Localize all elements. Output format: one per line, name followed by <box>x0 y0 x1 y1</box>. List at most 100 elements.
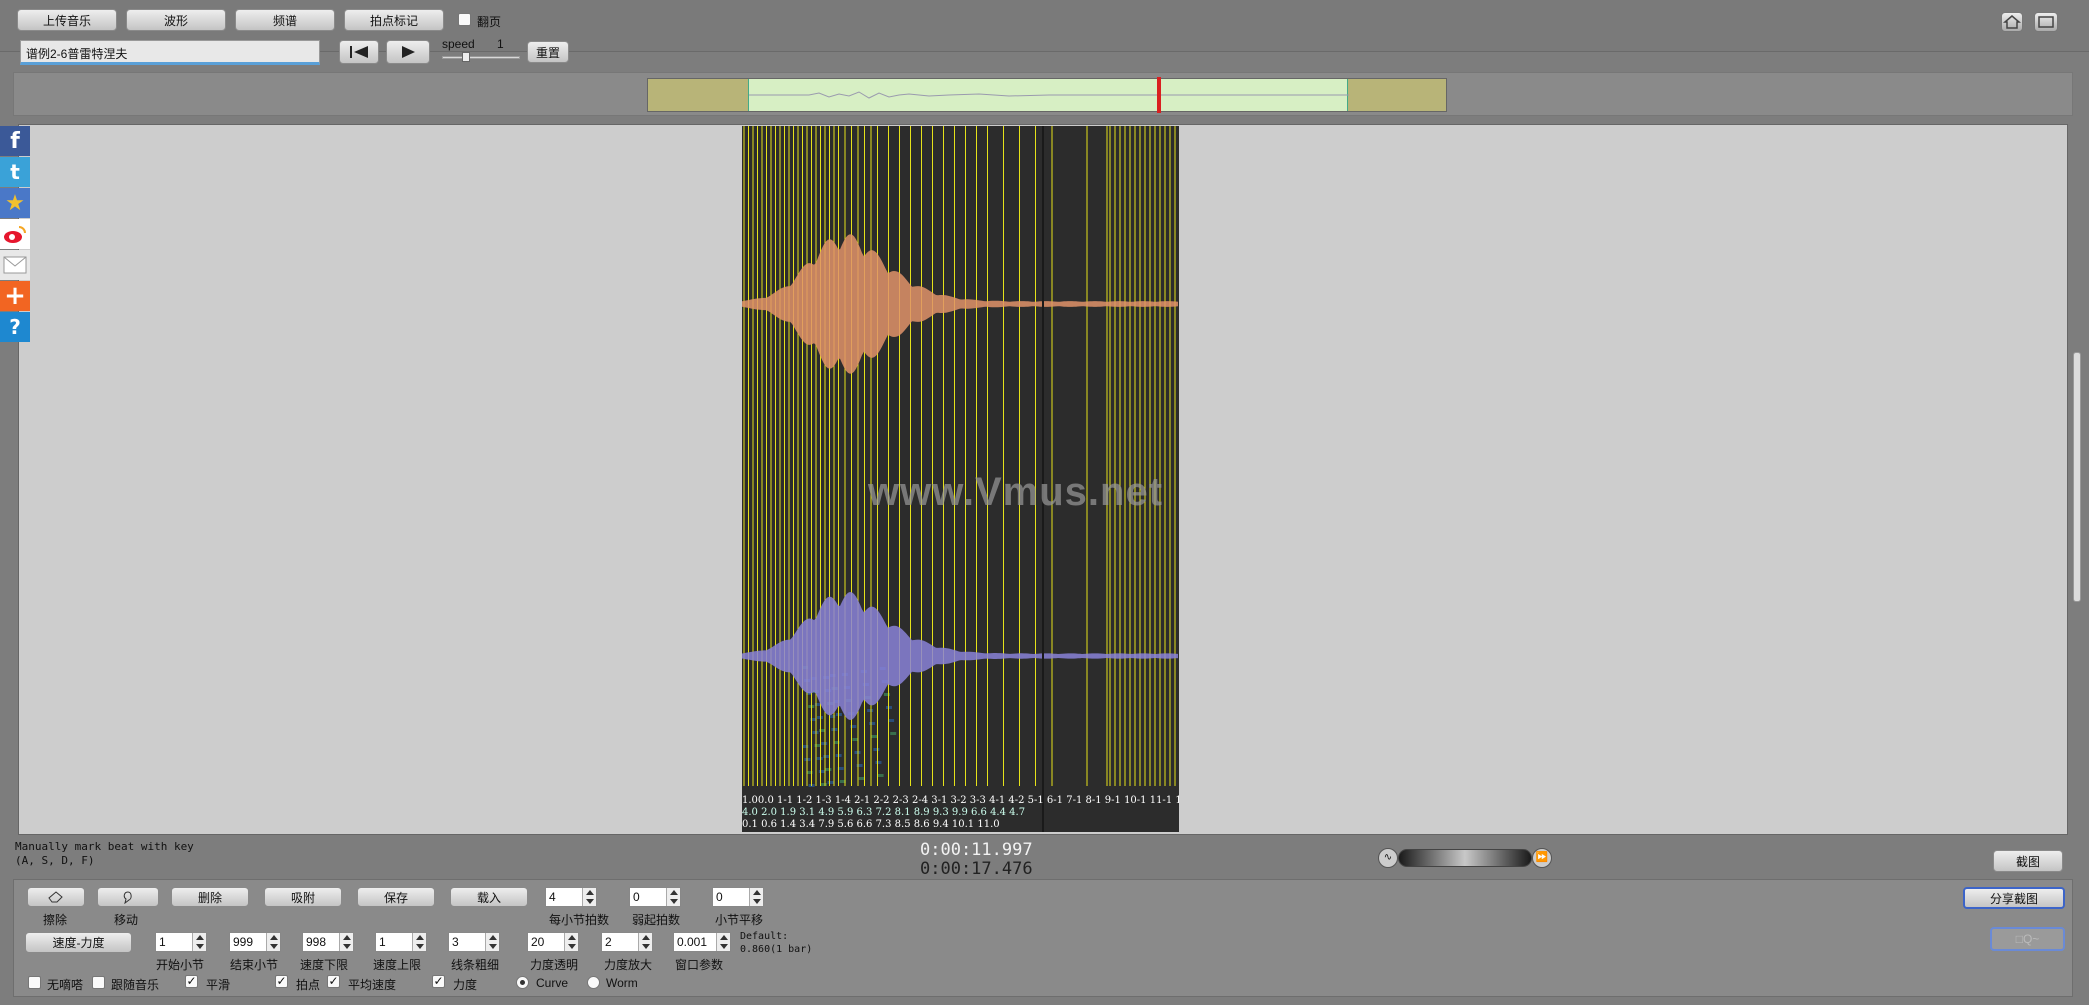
average-tempo-checkbox[interactable]: ✓ <box>327 975 340 988</box>
speed-slider[interactable] <box>442 52 520 62</box>
pickup-beats-value: 0 <box>633 890 640 904</box>
tempo-high-stepper[interactable] <box>412 933 426 951</box>
share-plus-icon[interactable]: + <box>0 281 30 311</box>
help-icon[interactable]: ? <box>0 312 30 342</box>
dynamics-checkbox[interactable]: ✓ <box>432 975 445 988</box>
window-param-label: 窗口参数 <box>675 958 724 972</box>
skip-to-start-button[interactable] <box>339 40 379 64</box>
spectrogram-cell <box>816 757 823 760</box>
zoom-slider[interactable]: ∿ ⏩ <box>1378 848 1552 868</box>
disabled-action-button: □Q~ <box>1990 927 2065 951</box>
window-param-value: 0.001 <box>677 935 708 949</box>
follow-music-checkbox[interactable] <box>92 976 105 989</box>
dynamics-zoom-stepper[interactable] <box>638 933 652 951</box>
overview-visible-window[interactable] <box>748 79 1349 111</box>
spectrogram-cell <box>875 761 882 764</box>
tempo-low-stepper[interactable] <box>339 933 353 951</box>
dynamics-transparency-label: 力度透明 <box>530 958 579 972</box>
play-button[interactable] <box>386 40 430 64</box>
pickup-beats-input[interactable]: 0 <box>629 887 681 907</box>
zoom-out-icon[interactable]: ∿ <box>1378 848 1398 868</box>
start-bar-stepper[interactable] <box>192 933 206 951</box>
zoom-slider-track[interactable] <box>1398 849 1532 867</box>
eraser-icon <box>48 891 63 903</box>
spectrogram-cell <box>873 748 880 751</box>
beats-per-bar-stepper[interactable] <box>582 888 596 906</box>
erase-tool-button[interactable] <box>27 887 85 907</box>
weibo-icon[interactable] <box>0 219 30 249</box>
bar-offset-label: 小节平移 <box>715 913 764 927</box>
twitter-icon[interactable]: t <box>0 157 30 187</box>
dynamics-zoom-label: 力度放大 <box>604 958 653 972</box>
erase-tool-label: 擦除 <box>43 913 68 927</box>
zoom-in-icon[interactable]: ⏩ <box>1532 848 1552 868</box>
spectrogram-cell <box>823 755 830 758</box>
speed-slider-thumb[interactable] <box>462 52 470 62</box>
fullscreen-icon[interactable] <box>2034 12 2058 32</box>
window-param-input[interactable]: 0.001 <box>673 932 731 952</box>
share-screenshot-button[interactable]: 分享截图 <box>1963 887 2065 909</box>
bar-offset-stepper[interactable] <box>749 888 763 906</box>
dynamics-transparency-stepper[interactable] <box>564 933 578 951</box>
load-button[interactable]: 载入 <box>450 887 528 907</box>
snap-button[interactable]: 吸附 <box>264 887 342 907</box>
beat-marking-button[interactable]: 拍点标记 <box>344 9 444 31</box>
spectrogram-cell <box>820 783 827 786</box>
upload-music-button[interactable]: 上传音乐 <box>17 9 117 31</box>
facebook-icon[interactable]: f <box>0 126 30 156</box>
favorite-star-icon[interactable]: ★ <box>0 188 30 218</box>
default-hint-line-2: 0.860(1 bar) <box>740 944 813 955</box>
beat-points-checkbox[interactable]: ✓ <box>275 975 288 988</box>
watermark-text: www.Vmus.net <box>868 470 1164 514</box>
tempo-low-value: 998 <box>306 935 327 949</box>
move-tool-button[interactable] <box>97 887 159 907</box>
overview-navigator[interactable] <box>647 77 1447 113</box>
flip-page-checkbox[interactable] <box>458 13 471 26</box>
dynamics-transparency-value: 20 <box>531 935 545 949</box>
home-icon[interactable] <box>2001 12 2023 32</box>
bar-offset-input[interactable]: 0 <box>712 887 764 907</box>
overview-playhead[interactable] <box>1157 77 1161 113</box>
window-param-stepper[interactable] <box>716 933 730 951</box>
dynamics-transparency-input[interactable]: 20 <box>527 932 579 952</box>
pickup-beats-stepper[interactable] <box>666 888 680 906</box>
no-metronome-checkbox[interactable] <box>28 976 41 989</box>
reset-button[interactable]: 重置 <box>527 41 569 63</box>
end-bar-label: 结束小节 <box>230 958 279 972</box>
curve-radio[interactable] <box>516 976 529 989</box>
spectrogram-cell <box>890 732 897 735</box>
average-tempo-label: 平均速度 <box>348 978 397 992</box>
vertical-scrollbar[interactable] <box>2073 352 2081 602</box>
speed-slider-track <box>442 56 520 59</box>
smooth-checkbox[interactable]: ✓ <box>185 975 198 988</box>
tempo-high-value: 1 <box>379 935 386 949</box>
move-tool-label: 移动 <box>114 913 139 927</box>
spectrogram-cell <box>858 777 865 780</box>
start-bar-input[interactable]: 1 <box>155 932 207 952</box>
end-bar-stepper[interactable] <box>266 933 280 951</box>
email-icon[interactable] <box>0 250 30 280</box>
no-metronome-label: 无嘀嗒 <box>47 978 84 992</box>
dynamics-label: 力度 <box>453 978 478 992</box>
start-bar-label: 开始小节 <box>156 958 205 972</box>
beats-per-bar-input[interactable]: 4 <box>545 887 597 907</box>
beats-per-bar-label: 每小节拍数 <box>549 913 610 927</box>
delete-button[interactable]: 删除 <box>171 887 249 907</box>
worm-radio[interactable] <box>587 976 600 989</box>
tempo-low-input[interactable]: 998 <box>302 932 354 952</box>
curve-label: Curve <box>536 976 569 990</box>
tempo-high-input[interactable]: 1 <box>375 932 427 952</box>
dynamics-zoom-input[interactable]: 2 <box>601 932 653 952</box>
total-time: 0:00:17.476 <box>920 859 1033 879</box>
tempo-high-label: 速度上限 <box>373 958 422 972</box>
line-width-input[interactable]: 3 <box>448 932 500 952</box>
line-width-stepper[interactable] <box>485 933 499 951</box>
waveform-button[interactable]: 波形 <box>126 9 226 31</box>
tempo-dynamics-mode-button[interactable]: 速度-力度 <box>25 932 132 953</box>
speed-label: speed <box>442 37 475 51</box>
save-button[interactable]: 保存 <box>357 887 435 907</box>
spectrum-button[interactable]: 频谱 <box>235 9 335 31</box>
end-bar-input[interactable]: 999 <box>229 932 281 952</box>
file-name-field[interactable]: 谱例2-6普雷特涅夫 <box>20 40 320 65</box>
screenshot-button[interactable]: 截图 <box>1993 850 2063 872</box>
